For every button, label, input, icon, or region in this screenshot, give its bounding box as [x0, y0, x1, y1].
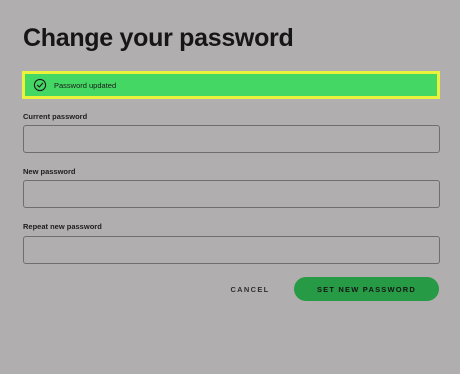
check-circle-icon — [33, 78, 47, 92]
new-password-label: New password — [23, 167, 76, 176]
alert-message: Password updated — [54, 80, 117, 90]
page-title: Change your password — [23, 24, 294, 52]
repeat-password-input[interactable] — [23, 236, 440, 264]
current-password-input[interactable] — [23, 125, 440, 153]
success-alert: Password updated — [22, 71, 440, 99]
current-password-label: Current password — [23, 112, 88, 121]
set-new-password-button[interactable]: SET NEW PASSWORD — [294, 277, 439, 301]
new-password-input[interactable] — [23, 180, 440, 208]
cancel-button[interactable]: CANCEL — [224, 280, 276, 298]
change-password-page: Change your password Password updated Cu… — [0, 0, 460, 374]
repeat-password-label: Repeat new password — [23, 222, 102, 231]
